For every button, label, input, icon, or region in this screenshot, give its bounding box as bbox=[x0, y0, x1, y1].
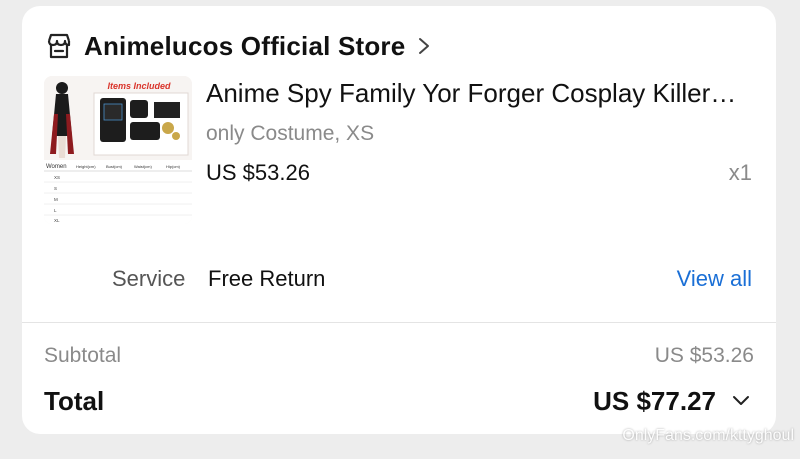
divider bbox=[22, 322, 776, 323]
chevron-down-icon[interactable] bbox=[732, 394, 750, 408]
product-thumbnail[interactable]: Items Included Women Height(cm) Bust(cm)… bbox=[44, 76, 192, 224]
size-table-header: Women bbox=[46, 164, 67, 170]
subtotal-label: Subtotal bbox=[44, 344, 122, 367]
product-title[interactable]: Anime Spy Family Yor Forger Cosplay Kill… bbox=[206, 78, 736, 109]
storefront-icon bbox=[47, 33, 71, 59]
size-table-row: XS bbox=[54, 175, 60, 180]
total-value[interactable]: US $77.27 bbox=[593, 386, 716, 417]
total-label: Total bbox=[44, 386, 105, 416]
subtotal-value: US $53.26 bbox=[654, 344, 754, 367]
size-table-row: S bbox=[54, 186, 57, 191]
size-table-header: Hip(cm) bbox=[166, 164, 181, 169]
size-table-row: M bbox=[54, 197, 58, 202]
size-table-header: Height(cm) bbox=[76, 164, 96, 169]
product-quantity: x1 bbox=[728, 160, 752, 185]
size-table-row: XL bbox=[54, 218, 60, 223]
chevron-right-icon[interactable] bbox=[417, 37, 431, 55]
thumb-badge: Items Included bbox=[107, 81, 171, 91]
store-header[interactable]: Animelucos Official Store bbox=[44, 28, 431, 64]
order-card: Animelucos Official Store Items Included bbox=[22, 6, 776, 434]
service-value: Free Return bbox=[208, 266, 326, 291]
size-table-header: Waist(cm) bbox=[134, 164, 153, 169]
product-variant: only Costume, XS bbox=[206, 122, 375, 145]
store-name[interactable]: Animelucos Official Store bbox=[84, 31, 405, 62]
size-table-header: Bust(cm) bbox=[106, 164, 123, 169]
view-all-link[interactable]: View all bbox=[677, 266, 752, 292]
watermark-text: OnlyFans.com/kttyghoul bbox=[622, 427, 794, 444]
product-price: US $53.26 bbox=[206, 160, 310, 185]
size-table: Women Height(cm) Bust(cm) Waist(cm) Hip(… bbox=[44, 160, 192, 224]
service-label: Service bbox=[112, 266, 186, 291]
